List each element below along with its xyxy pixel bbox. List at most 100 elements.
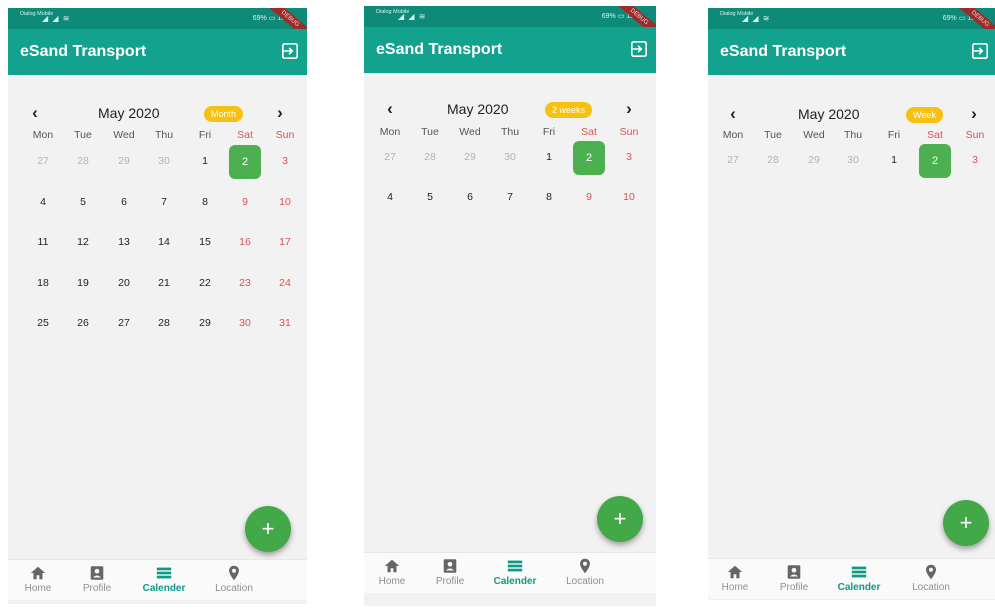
day-cell[interactable]: 30 <box>833 154 873 166</box>
day-cell[interactable]: 7 <box>490 191 530 203</box>
weekday-header: Sun <box>275 129 295 141</box>
day-cell[interactable]: 27 <box>23 155 63 167</box>
weekday-header: Fri <box>887 129 901 141</box>
day-cell[interactable]: 31 <box>265 317 305 329</box>
selected-day[interactable]: 2 <box>573 141 605 175</box>
prev-month-chevron-icon[interactable]: ‹ <box>25 103 45 123</box>
tab-label: Location <box>215 583 253 594</box>
day-cell[interactable]: 19 <box>63 277 103 289</box>
day-cell[interactable]: 26 <box>63 317 103 329</box>
day-cell[interactable]: 12 <box>63 236 103 248</box>
day-cell[interactable]: 30 <box>144 155 184 167</box>
day-cell[interactable]: 11 <box>23 236 63 248</box>
add-fab-button[interactable]: + <box>245 506 291 552</box>
tab-home[interactable]: Home <box>364 553 422 593</box>
tab-calender[interactable]: Calender <box>829 559 889 599</box>
weekday-header: Mon <box>32 129 54 141</box>
day-cell[interactable]: 6 <box>104 196 144 208</box>
day-cell[interactable]: 3 <box>265 155 305 167</box>
add-fab-button[interactable]: + <box>597 496 643 542</box>
day-cell[interactable]: 3 <box>609 151 649 163</box>
day-cell[interactable]: 5 <box>63 196 103 208</box>
day-cell[interactable]: 22 <box>185 277 225 289</box>
add-fab-button[interactable]: + <box>943 500 989 546</box>
day-cell[interactable]: 1 <box>529 151 569 163</box>
weekday-header: Sun <box>965 129 985 141</box>
weekday-header: Sat <box>581 126 597 138</box>
day-cell[interactable]: 18 <box>23 277 63 289</box>
day-cell[interactable]: 29 <box>450 151 490 163</box>
day-cell[interactable]: 27 <box>370 151 410 163</box>
day-cell[interactable]: 30 <box>225 317 265 329</box>
phone-screen-two-weeks: Dialog Mobile ◢ ◢ ≋ 69% ▭ 15: DEBUG eSand Tr… <box>364 6 656 606</box>
day-cell[interactable]: 6 <box>450 191 490 203</box>
format-toggle-button[interactable]: Month <box>204 106 244 122</box>
location-icon <box>225 564 243 582</box>
day-cell[interactable]: 25 <box>23 317 63 329</box>
selected-day[interactable]: 2 <box>919 144 951 178</box>
day-cell[interactable]: 29 <box>794 154 834 166</box>
next-month-chevron-icon[interactable]: › <box>964 104 984 124</box>
tab-location[interactable]: Location <box>204 560 264 600</box>
prev-month-chevron-icon[interactable]: ‹ <box>380 99 400 119</box>
logout-icon[interactable] <box>630 40 648 58</box>
day-cell[interactable]: 17 <box>265 236 305 248</box>
day-cell[interactable]: 27 <box>104 317 144 329</box>
prev-month-chevron-icon[interactable]: ‹ <box>723 104 743 124</box>
day-cell[interactable]: 4 <box>23 196 63 208</box>
tab-label: Calender <box>142 583 186 594</box>
day-cell[interactable]: 10 <box>265 196 305 208</box>
home-icon <box>726 563 744 581</box>
tab-location[interactable]: Location <box>555 553 615 593</box>
weekday-header: Sat <box>237 129 253 141</box>
day-cell[interactable]: 1 <box>185 155 225 167</box>
logout-icon[interactable] <box>971 42 989 60</box>
day-cell[interactable]: 29 <box>104 155 144 167</box>
tab-calender[interactable]: Calender <box>485 553 545 593</box>
day-cell[interactable]: 28 <box>144 317 184 329</box>
month-label: May 2020 <box>98 105 160 121</box>
day-cell[interactable]: 8 <box>529 191 569 203</box>
day-cell[interactable]: 5 <box>410 191 450 203</box>
day-cell[interactable]: 21 <box>144 277 184 289</box>
tab-calender[interactable]: Calender <box>134 560 194 600</box>
tab-home[interactable]: Home <box>708 559 765 599</box>
tab-label: Location <box>566 576 604 587</box>
logout-icon[interactable] <box>281 42 299 60</box>
format-toggle-button[interactable]: Week <box>906 107 943 123</box>
day-cell[interactable]: 30 <box>490 151 530 163</box>
tab-profile[interactable]: Profile <box>420 553 480 593</box>
next-month-chevron-icon[interactable]: › <box>619 99 639 119</box>
tab-profile[interactable]: Profile <box>764 559 824 599</box>
day-cell[interactable]: 20 <box>104 277 144 289</box>
day-cell[interactable]: 28 <box>410 151 450 163</box>
day-cell[interactable]: 27 <box>713 154 753 166</box>
tab-home[interactable]: Home <box>8 560 68 600</box>
next-month-chevron-icon[interactable]: › <box>270 103 290 123</box>
day-cell[interactable]: 15 <box>185 236 225 248</box>
format-toggle-button[interactable]: 2 weeks <box>545 102 593 118</box>
selected-day[interactable]: 2 <box>229 145 261 179</box>
day-cell[interactable]: 24 <box>265 277 305 289</box>
day-cell[interactable]: 28 <box>753 154 793 166</box>
day-cell[interactable]: 3 <box>955 154 995 166</box>
day-cell[interactable]: 10 <box>609 191 649 203</box>
tab-location[interactable]: Location <box>901 559 961 599</box>
day-cell[interactable]: 7 <box>144 196 184 208</box>
day-cell[interactable]: 1 <box>874 154 914 166</box>
day-cell[interactable]: 9 <box>569 191 609 203</box>
app-title: eSand Transport <box>376 41 503 58</box>
day-cell[interactable]: 8 <box>185 196 225 208</box>
weekday-header: Tue <box>764 129 782 141</box>
app-bar: eSand Transport <box>8 29 307 75</box>
day-cell[interactable]: 16 <box>225 236 265 248</box>
day-cell[interactable]: 4 <box>370 191 410 203</box>
day-cell[interactable]: 23 <box>225 277 265 289</box>
bottom-nav: Home Profile Calender Location <box>8 559 307 600</box>
tab-profile[interactable]: Profile <box>67 560 127 600</box>
day-cell[interactable]: 28 <box>63 155 103 167</box>
day-cell[interactable]: 29 <box>185 317 225 329</box>
day-cell[interactable]: 9 <box>225 196 265 208</box>
day-cell[interactable]: 14 <box>144 236 184 248</box>
day-cell[interactable]: 13 <box>104 236 144 248</box>
